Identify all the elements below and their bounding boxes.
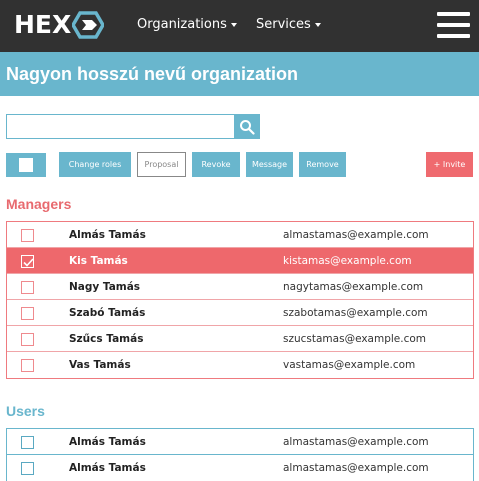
row-checkbox[interactable] bbox=[21, 462, 34, 475]
member-email: szabotamas@example.com bbox=[283, 307, 428, 319]
row-checkbox[interactable] bbox=[21, 281, 34, 294]
message-button[interactable]: Message bbox=[246, 152, 293, 177]
change-roles-button[interactable]: Change roles bbox=[59, 152, 131, 177]
hamburger-menu-icon[interactable] bbox=[437, 12, 470, 38]
row-checkbox[interactable] bbox=[21, 307, 34, 320]
invite-button[interactable]: + Invite bbox=[426, 152, 473, 177]
member-name: Szűcs Tamás bbox=[69, 333, 144, 345]
checkbox-box bbox=[19, 158, 33, 172]
member-name: Almás Tamás bbox=[69, 229, 146, 241]
member-email: almastamas@example.com bbox=[283, 462, 429, 474]
member-email: vastamas@example.com bbox=[283, 359, 416, 371]
logo-text: HEX bbox=[14, 10, 72, 39]
table-row[interactable]: Nagy Tamás nagytamas@example.com bbox=[7, 274, 473, 300]
nav-services-dropdown[interactable]: Services bbox=[256, 16, 321, 34]
remove-button[interactable]: Remove bbox=[299, 152, 346, 177]
member-email: nagytamas@example.com bbox=[283, 281, 424, 293]
top-navbar: HEX Organizations Services bbox=[0, 0, 479, 52]
caret-down-icon bbox=[314, 22, 321, 27]
member-name: Nagy Tamás bbox=[69, 281, 141, 293]
member-name: Vas Tamás bbox=[69, 359, 131, 371]
member-name: Almás Tamás bbox=[69, 436, 146, 448]
member-name: Almás Tamás bbox=[69, 462, 146, 474]
hex-arrow-logo-icon bbox=[72, 11, 105, 39]
table-row[interactable]: Almás Tamás almastamas@example.com bbox=[7, 222, 473, 248]
caret-down-icon bbox=[230, 22, 237, 27]
users-table: Almás Tamás almastamas@example.com Almás… bbox=[6, 428, 474, 481]
nav-organizations-label: Organizations bbox=[137, 17, 227, 32]
page-title: Nagyon hosszú nevű organization bbox=[6, 64, 299, 84]
table-row[interactable]: Almás Tamás almastamas@example.com bbox=[7, 429, 473, 455]
logo[interactable]: HEX bbox=[14, 10, 105, 39]
revoke-button[interactable]: Revoke bbox=[192, 152, 240, 177]
title-bar: Nagyon hosszú nevű organization bbox=[0, 52, 479, 96]
checkmark-icon bbox=[23, 258, 34, 267]
search-input[interactable] bbox=[6, 114, 235, 139]
table-row[interactable]: Vas Tamás vastamas@example.com bbox=[7, 352, 473, 378]
row-checkbox[interactable] bbox=[21, 229, 34, 242]
managers-heading: Managers bbox=[6, 196, 72, 212]
users-heading: Users bbox=[6, 403, 45, 419]
nav-organizations-dropdown[interactable]: Organizations bbox=[137, 16, 237, 34]
member-email: szucstamas@example.com bbox=[283, 333, 427, 345]
nav-services-label: Services bbox=[256, 17, 311, 32]
search-button[interactable] bbox=[234, 114, 260, 139]
table-row[interactable]: Szabó Tamás szabotamas@example.com bbox=[7, 300, 473, 326]
row-checkbox[interactable] bbox=[21, 359, 34, 372]
table-row[interactable]: Almás Tamás almastamas@example.com bbox=[7, 455, 473, 481]
table-row[interactable]: Kis Tamás kistamas@example.com bbox=[7, 248, 473, 274]
member-email: almastamas@example.com bbox=[283, 229, 429, 241]
managers-table: Almás Tamás almastamas@example.com Kis T… bbox=[6, 221, 474, 379]
row-checkbox[interactable] bbox=[21, 436, 34, 449]
member-name: Kis Tamás bbox=[69, 255, 128, 267]
table-row[interactable]: Szűcs Tamás szucstamas@example.com bbox=[7, 326, 473, 352]
select-all-checkbox[interactable] bbox=[6, 153, 46, 177]
row-checkbox[interactable] bbox=[21, 255, 34, 268]
member-email: kistamas@example.com bbox=[283, 255, 412, 267]
member-name: Szabó Tamás bbox=[69, 307, 146, 319]
proposal-button[interactable]: Proposal bbox=[137, 152, 186, 177]
row-checkbox[interactable] bbox=[21, 333, 34, 346]
member-email: almastamas@example.com bbox=[283, 436, 429, 448]
search-icon bbox=[240, 119, 255, 135]
